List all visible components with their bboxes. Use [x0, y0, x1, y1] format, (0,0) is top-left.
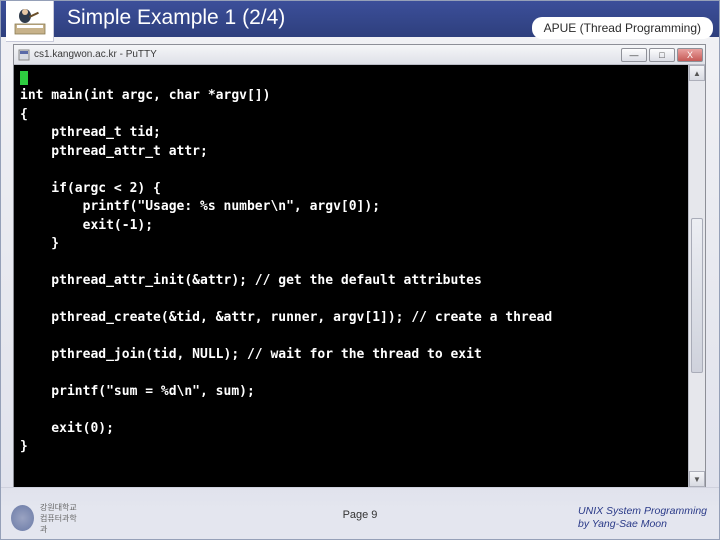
university-badge-icon	[11, 505, 34, 531]
terminal-cursor	[20, 71, 28, 85]
window-buttons: — □ X	[621, 48, 705, 62]
footer: 강원대학교 컴퓨터과학과 Page 9 UNIX System Programm…	[1, 487, 719, 539]
university-logo: 강원대학교 컴퓨터과학과	[11, 503, 79, 533]
window-title: cs1.kangwon.ac.kr - PuTTY	[34, 49, 617, 60]
credit-line-1: UNIX System Programming	[578, 505, 707, 518]
page-number: Page 9	[343, 509, 378, 521]
writer-icon	[6, 1, 54, 42]
window-titlebar[interactable]: cs1.kangwon.ac.kr - PuTTY — □ X	[14, 45, 705, 65]
close-button[interactable]: X	[677, 48, 703, 62]
slide-title: Simple Example 1 (2/4)	[67, 6, 285, 30]
subtitle-pill: APUE (Thread Programming)	[532, 17, 713, 39]
minimize-button[interactable]: —	[621, 48, 647, 62]
credits: UNIX System Programming by Yang-Sae Moon	[578, 505, 707, 531]
scroll-down-icon[interactable]: ▼	[689, 471, 705, 487]
window-body: int main(int argc, char *argv[]) { pthre…	[14, 65, 705, 487]
credit-line-2: by Yang-Sae Moon	[578, 518, 707, 531]
scrollbar[interactable]: ▲ ▼	[688, 65, 705, 487]
scroll-track[interactable]	[689, 82, 705, 470]
maximize-button[interactable]: □	[649, 48, 675, 62]
scroll-thumb[interactable]	[691, 218, 703, 373]
terminal-window: cs1.kangwon.ac.kr - PuTTY — □ X int main…	[13, 44, 706, 488]
putty-icon	[18, 49, 30, 61]
slide: Simple Example 1 (2/4) APUE (Thread Prog…	[1, 1, 719, 539]
university-text: 강원대학교 컴퓨터과학과	[40, 502, 79, 535]
scroll-up-icon[interactable]: ▲	[689, 65, 705, 81]
terminal-area[interactable]: int main(int argc, char *argv[]) { pthre…	[14, 65, 688, 487]
